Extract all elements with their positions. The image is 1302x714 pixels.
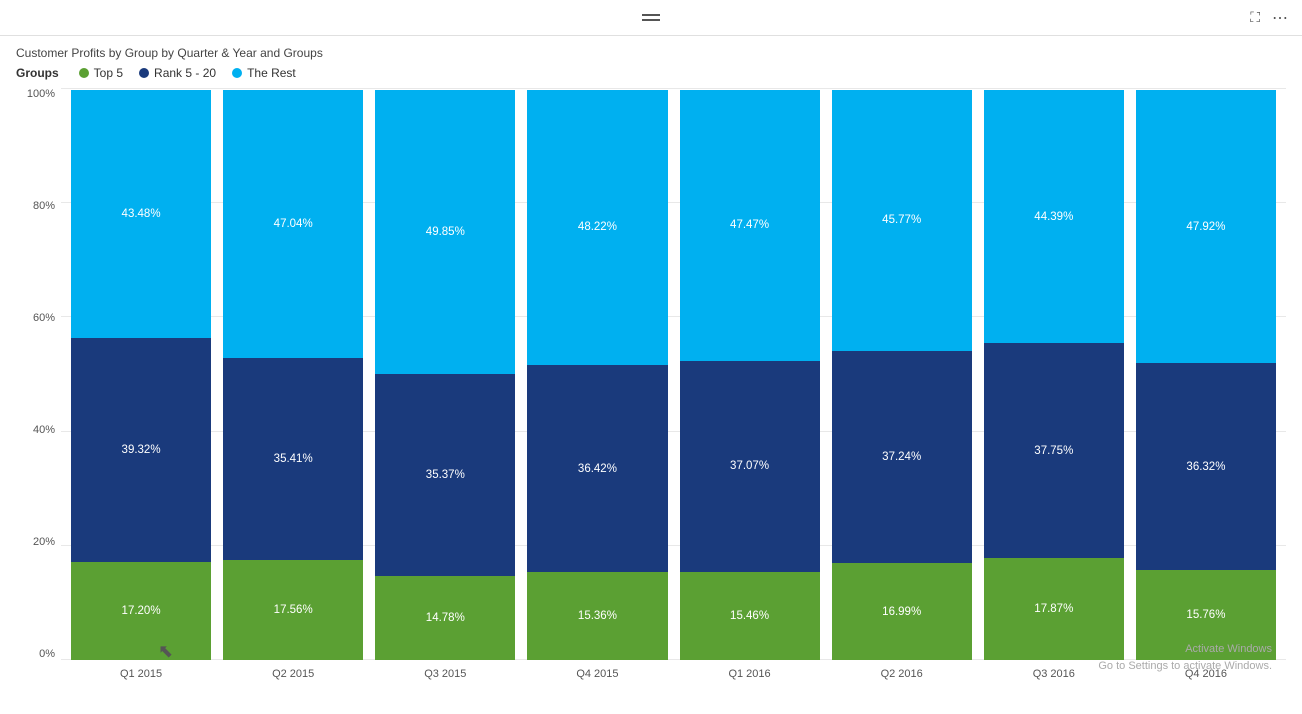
- segment-the-rest-4: 47.47%: [680, 90, 820, 361]
- chart-main: 43.48%39.32%17.20%47.04%35.41%17.56%49.8…: [61, 88, 1286, 688]
- legend-label: Groups: [16, 66, 59, 80]
- watermark-line2: Go to Settings to activate Windows.: [1098, 660, 1272, 672]
- segment-rank5-20-5: 37.24%: [832, 351, 972, 563]
- top-bar: ⛶ ⋯: [0, 0, 1302, 36]
- segment-top5-4: 15.46%: [680, 572, 820, 660]
- the-rest-dot: [232, 68, 242, 78]
- watermark-line1: Activate Windows: [1185, 643, 1272, 655]
- y-label-60: 60%: [33, 312, 55, 324]
- bar-group-q4-2016[interactable]: 47.92%36.32%15.76%: [1130, 88, 1282, 660]
- segment-rank5-20-1: 35.41%: [223, 358, 363, 560]
- y-axis: 100% 80% 60% 40% 20% 0%: [16, 88, 61, 688]
- legend-item-the-rest: The Rest: [232, 66, 296, 80]
- segment-top5-1: 17.56%: [223, 560, 363, 660]
- segment-top5-3: 15.36%: [527, 572, 667, 660]
- segment-rank5-20-6: 37.75%: [984, 343, 1124, 558]
- segment-rank5-20-3: 36.42%: [527, 365, 667, 573]
- legend-rank5-20-label: Rank 5 - 20: [154, 66, 216, 80]
- x-label-q4-2015: Q4 2015: [521, 660, 673, 688]
- segment-the-rest-5: 45.77%: [832, 90, 972, 351]
- bars-row: 43.48%39.32%17.20%47.04%35.41%17.56%49.8…: [61, 88, 1286, 660]
- segment-rank5-20-7: 36.32%: [1136, 363, 1276, 570]
- segment-the-rest-6: 44.39%: [984, 90, 1124, 343]
- menu-icon[interactable]: [642, 14, 660, 21]
- expand-icon[interactable]: ⛶: [1250, 9, 1260, 26]
- x-label-q1-2015: Q1 2015: [65, 660, 217, 688]
- x-label-q2-2015: Q2 2015: [217, 660, 369, 688]
- segment-top5-0: 17.20%: [71, 562, 211, 660]
- segment-top5-5: 16.99%: [832, 563, 972, 660]
- bar-group-q1-2016[interactable]: 47.47%37.07%15.46%: [674, 88, 826, 660]
- legend-the-rest-label: The Rest: [247, 66, 296, 80]
- rank5-20-dot: [139, 68, 149, 78]
- legend-item-rank5-20: Rank 5 - 20: [139, 66, 216, 80]
- bar-group-q1-2015[interactable]: 43.48%39.32%17.20%: [65, 88, 217, 660]
- bar-group-q2-2016[interactable]: 45.77%37.24%16.99%: [826, 88, 978, 660]
- segment-the-rest-2: 49.85%: [375, 90, 515, 374]
- y-label-100: 100%: [27, 88, 55, 100]
- bar-group-q3-2016[interactable]: 44.39%37.75%17.87%: [978, 88, 1130, 660]
- segment-rank5-20-4: 37.07%: [680, 361, 820, 572]
- top5-dot: [79, 68, 89, 78]
- segment-the-rest-3: 48.22%: [527, 90, 667, 365]
- segment-the-rest-1: 47.04%: [223, 90, 363, 358]
- cursor-icon: ⬉: [158, 641, 173, 662]
- y-label-80: 80%: [33, 200, 55, 212]
- more-options-icon[interactable]: ⋯: [1272, 8, 1290, 28]
- bar-group-q4-2015[interactable]: 48.22%36.42%15.36%: [521, 88, 673, 660]
- segment-rank5-20-2: 35.37%: [375, 374, 515, 576]
- segment-the-rest-0: 43.48%: [71, 90, 211, 338]
- segment-the-rest-7: 47.92%: [1136, 90, 1276, 363]
- x-label-q3-2015: Q3 2015: [369, 660, 521, 688]
- x-label-q2-2016: Q2 2016: [826, 660, 978, 688]
- y-label-40: 40%: [33, 424, 55, 436]
- segment-top5-2: 14.78%: [375, 576, 515, 660]
- bar-group-q3-2015[interactable]: 49.85%35.37%14.78%: [369, 88, 521, 660]
- bar-group-q2-2015[interactable]: 47.04%35.41%17.56%: [217, 88, 369, 660]
- top-bar-icons: ⛶ ⋯: [1250, 8, 1290, 28]
- legend-top5-label: Top 5: [94, 66, 123, 80]
- watermark: Activate Windows Go to Settings to activ…: [1098, 641, 1272, 674]
- chart-area: 100% 80% 60% 40% 20% 0% 43.48%39.32%17.2…: [16, 88, 1286, 688]
- y-label-0: 0%: [39, 648, 55, 660]
- legend-item-top5: Top 5: [79, 66, 123, 80]
- x-label-q1-2016: Q1 2016: [674, 660, 826, 688]
- chart-title: Customer Profits by Group by Quarter & Y…: [16, 46, 1286, 60]
- segment-rank5-20-0: 39.32%: [71, 338, 211, 562]
- legend: Groups Top 5 Rank 5 - 20 The Rest: [16, 66, 1286, 80]
- y-label-20: 20%: [33, 536, 55, 548]
- chart-container: Customer Profits by Group by Quarter & Y…: [0, 36, 1302, 714]
